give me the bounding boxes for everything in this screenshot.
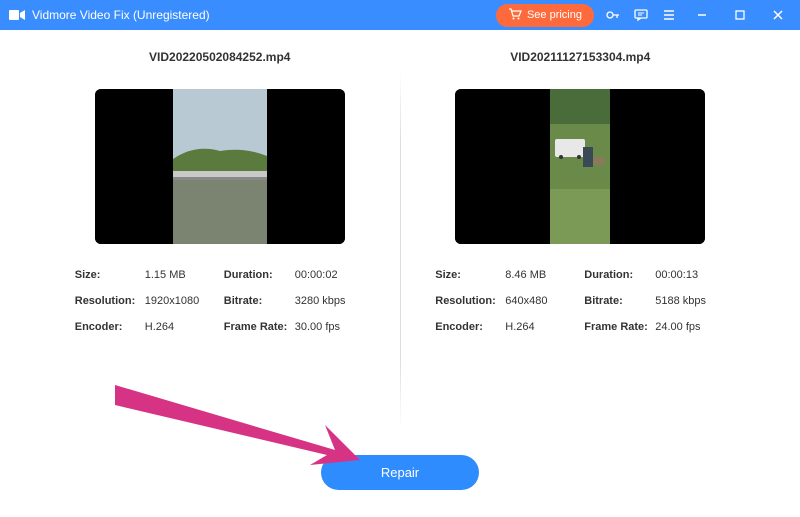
menu-icon[interactable]: [660, 6, 678, 24]
framerate-label: Frame Rate:: [580, 321, 655, 333]
encoder-value: H.264: [145, 321, 220, 333]
main-content: VID20220502084252.mp4 Size: 1.15 MB Dura…: [0, 30, 800, 450]
bitrate-label: Bitrate:: [580, 295, 655, 307]
maximize-button[interactable]: [726, 1, 754, 29]
size-label: Size:: [75, 269, 145, 281]
left-metadata: Size: 1.15 MB Duration: 00:00:02 Resolut…: [75, 269, 365, 333]
duration-value: 00:00:02: [295, 269, 365, 281]
footer: Repair: [0, 455, 800, 490]
right-video-panel: VID20211127153304.mp4 Size: 8.46 MB Dura…: [401, 50, 761, 450]
close-button[interactable]: [764, 1, 792, 29]
duration-value: 00:00:13: [655, 269, 725, 281]
framerate-value: 24.00 fps: [655, 321, 725, 333]
see-pricing-button[interactable]: See pricing: [496, 4, 594, 27]
encoder-label: Encoder:: [75, 321, 145, 333]
size-value: 8.46 MB: [505, 269, 580, 281]
bitrate-label: Bitrate:: [220, 295, 295, 307]
resolution-label: Resolution:: [75, 295, 145, 307]
size-label: Size:: [435, 269, 505, 281]
cart-icon: [508, 8, 522, 23]
framerate-label: Frame Rate:: [220, 321, 295, 333]
size-value: 1.15 MB: [145, 269, 220, 281]
left-thumbnail[interactable]: [95, 89, 345, 244]
right-filename: VID20211127153304.mp4: [510, 50, 650, 64]
resolution-value: 1920x1080: [145, 295, 220, 307]
repair-button[interactable]: Repair: [321, 455, 479, 490]
encoder-label: Encoder:: [435, 321, 505, 333]
framerate-value: 30.00 fps: [295, 321, 365, 333]
feedback-icon[interactable]: [632, 6, 650, 24]
resolution-label: Resolution:: [435, 295, 505, 307]
pricing-label: See pricing: [527, 9, 582, 21]
left-video-panel: VID20220502084252.mp4 Size: 1.15 MB Dura…: [40, 50, 400, 450]
duration-label: Duration:: [580, 269, 655, 281]
key-icon[interactable]: [604, 6, 622, 24]
encoder-value: H.264: [505, 321, 580, 333]
minimize-button[interactable]: [688, 1, 716, 29]
app-title: Vidmore Video Fix (Unregistered): [32, 8, 210, 22]
right-metadata: Size: 8.46 MB Duration: 00:00:13 Resolut…: [435, 269, 725, 333]
resolution-value: 640x480: [505, 295, 580, 307]
titlebar: Vidmore Video Fix (Unregistered) See pri…: [0, 0, 800, 30]
duration-label: Duration:: [220, 269, 295, 281]
bitrate-value: 3280 kbps: [295, 295, 365, 307]
right-thumbnail[interactable]: [455, 89, 705, 244]
app-logo-icon: [8, 6, 26, 24]
left-filename: VID20220502084252.mp4: [149, 50, 290, 64]
bitrate-value: 5188 kbps: [655, 295, 725, 307]
